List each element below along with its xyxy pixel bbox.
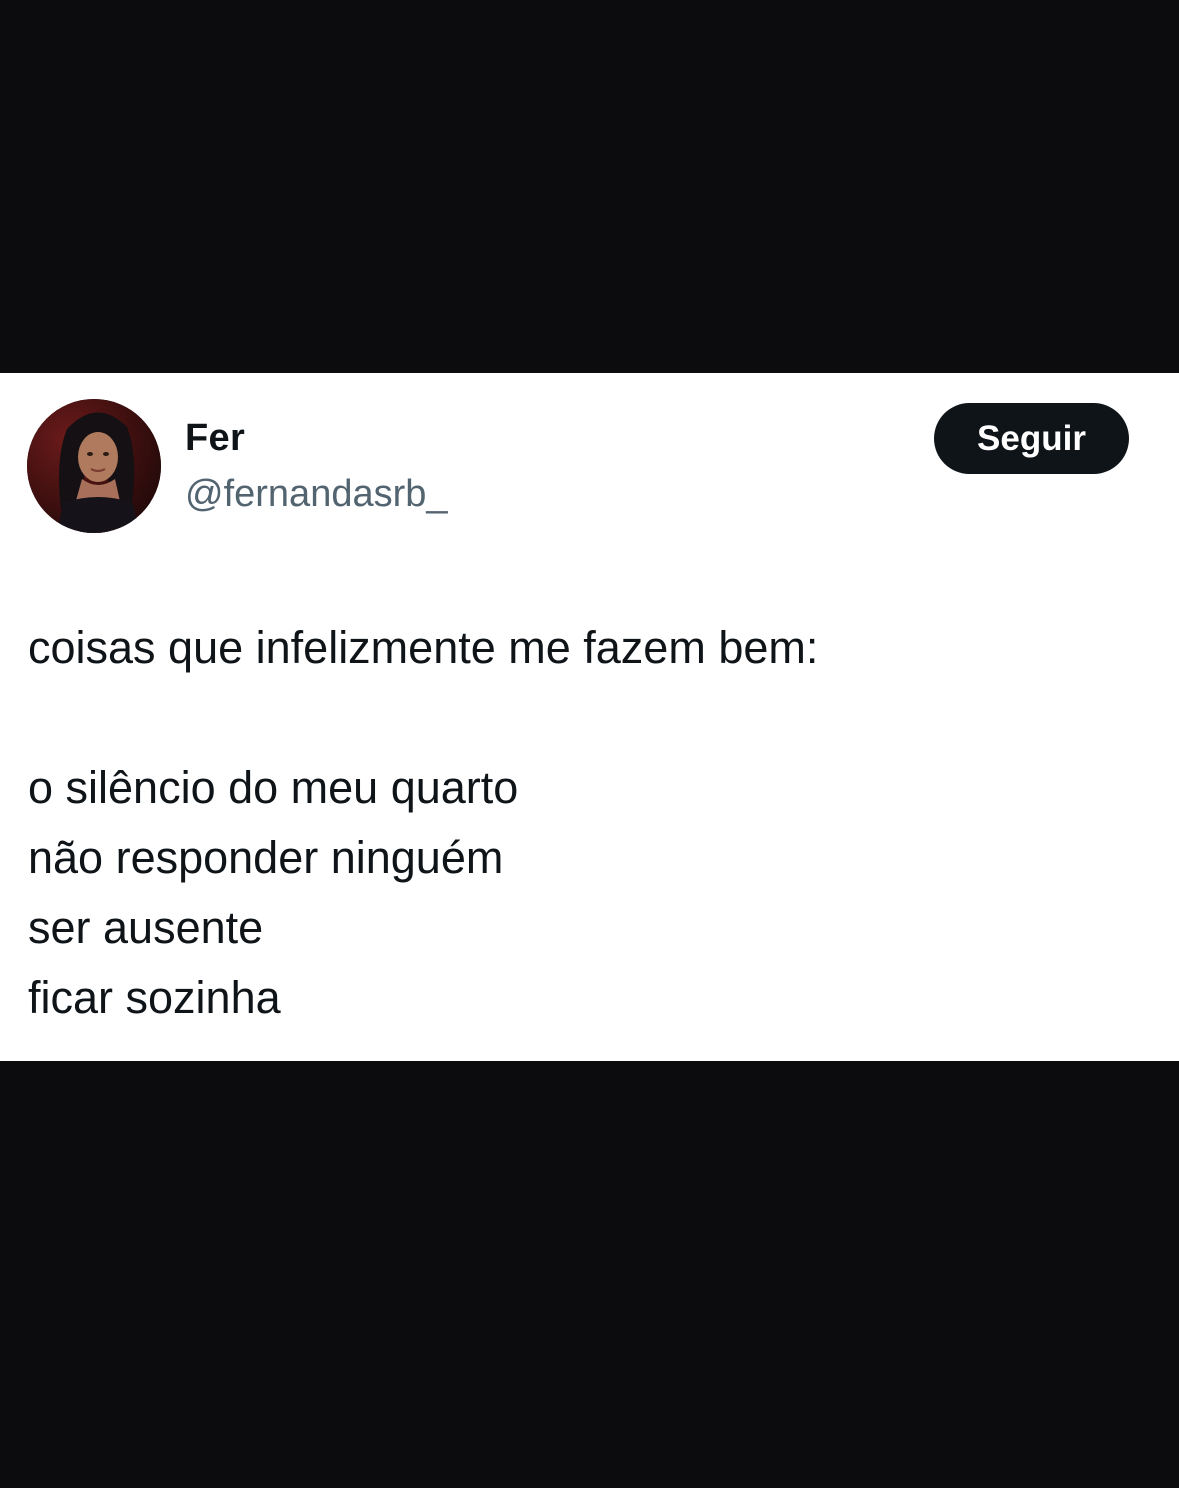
tweet-line: ser ausente <box>28 902 264 953</box>
tweet-text: coisas que infelizmente me fazem bem: o … <box>28 613 1148 1033</box>
avatar-photo <box>27 399 161 533</box>
tweet-line: o silêncio do meu quarto <box>28 762 519 813</box>
display-name[interactable]: Fer <box>185 417 245 460</box>
tweet-line: coisas que infelizmente me fazem bem: <box>28 622 819 673</box>
top-black-band <box>0 0 1179 373</box>
tweet-line: não responder ninguém <box>28 832 504 883</box>
follow-button[interactable]: Seguir <box>934 403 1129 474</box>
bottom-black-band <box>0 1061 1179 1488</box>
tweet-line: ficar sozinha <box>28 972 281 1023</box>
avatar[interactable] <box>27 399 161 533</box>
user-handle[interactable]: @fernandasrb_ <box>185 473 448 516</box>
tweet-card: Fer @fernandasrb_ Seguir coisas que infe… <box>0 373 1179 1061</box>
